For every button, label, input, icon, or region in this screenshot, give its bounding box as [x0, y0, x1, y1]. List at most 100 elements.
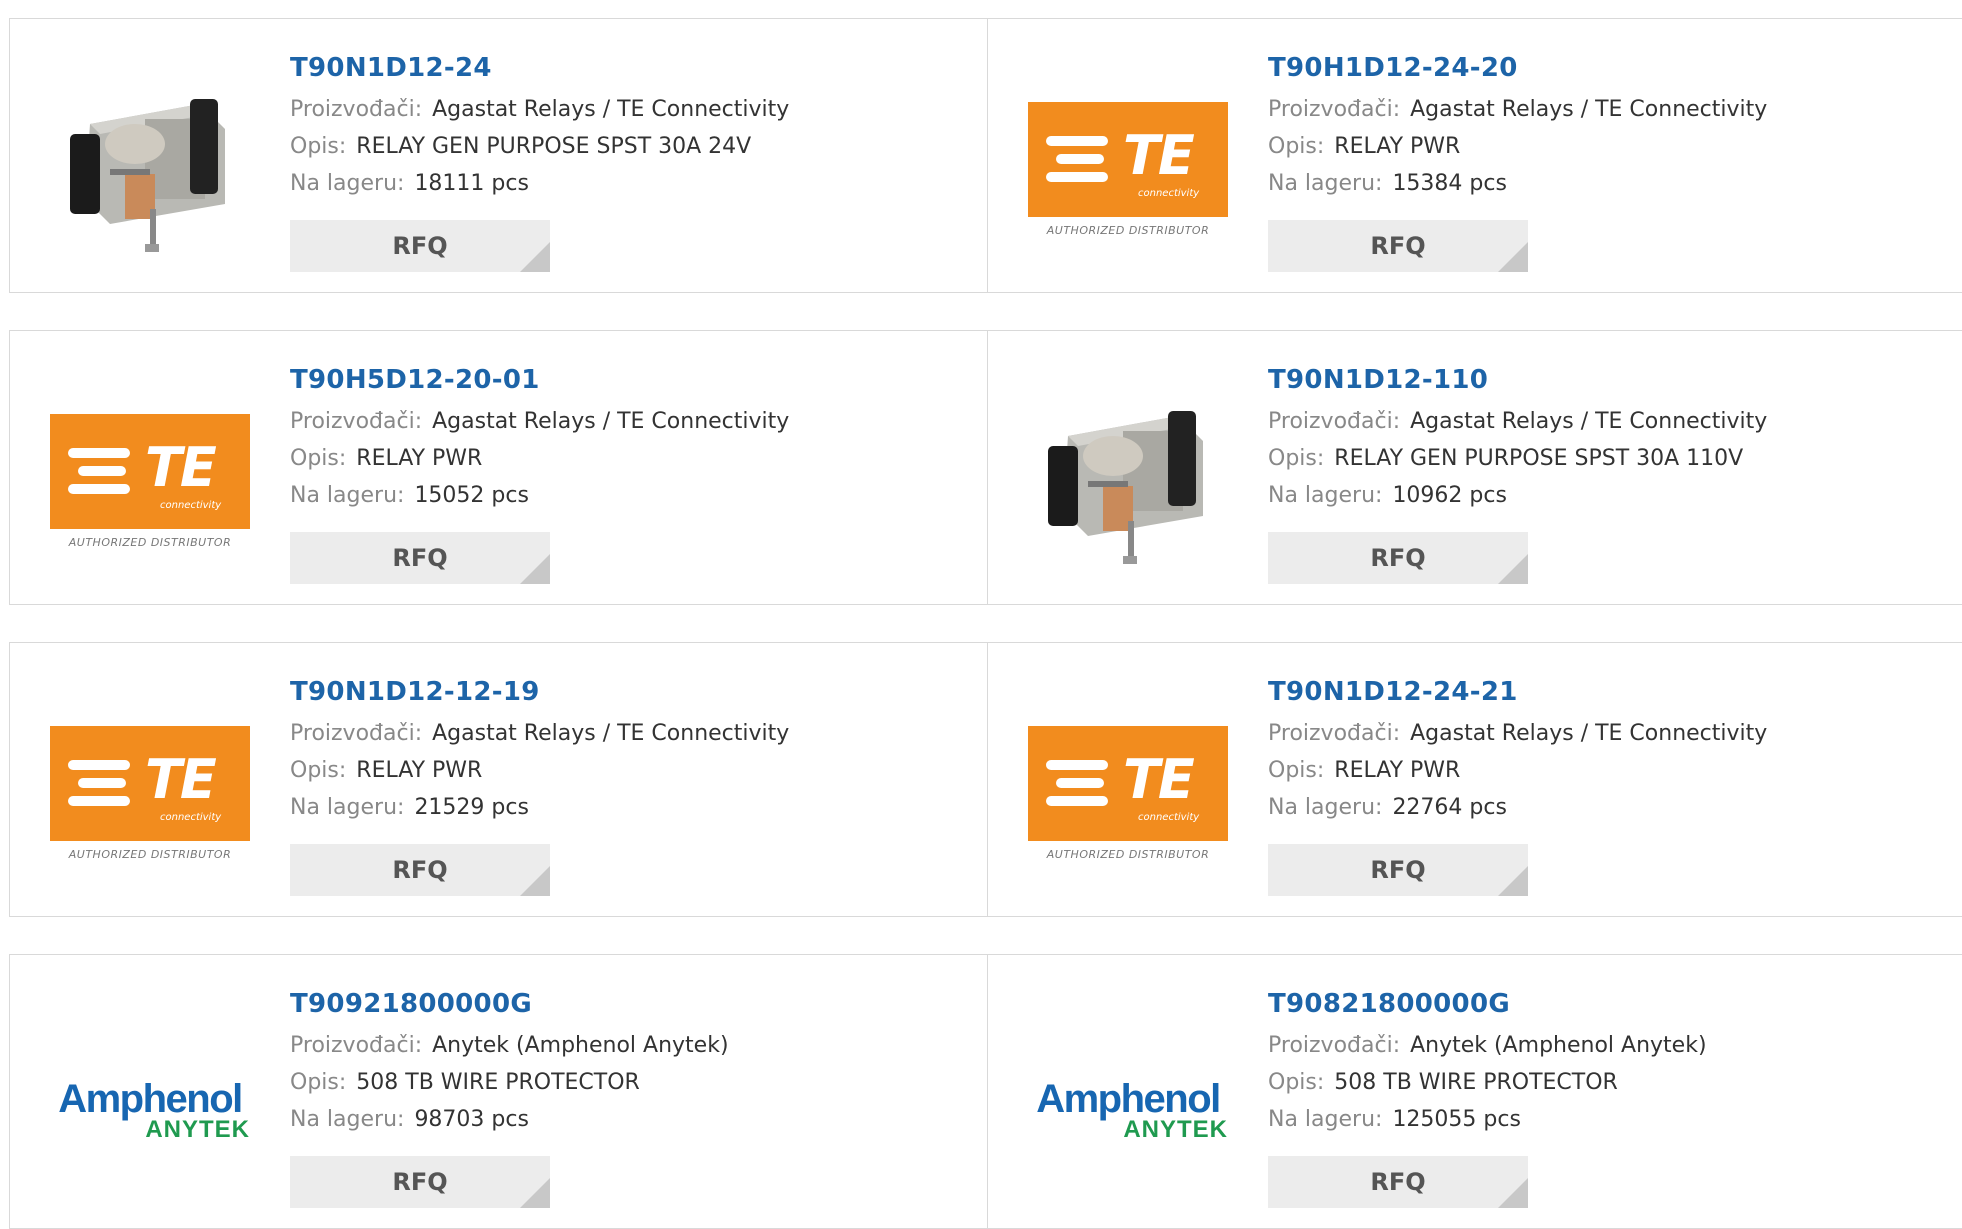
description-value: RELAY PWR	[1334, 758, 1461, 783]
product-image[interactable]: TE connectivity AUTHORIZED DISTRIBUTOR	[1028, 698, 1228, 898]
rfq-button[interactable]: RFQ	[290, 220, 550, 272]
description-row: Opis: RELAY PWR	[290, 752, 789, 789]
rfq-button[interactable]: RFQ	[290, 844, 550, 896]
manufacturer-row: Proizvođači: Agastat Relays / TE Connecti…	[290, 403, 789, 440]
te-logo-sub: connectivity	[1138, 187, 1200, 199]
product-image[interactable]: TE connectivity AUTHORIZED DISTRIBUTOR	[1028, 74, 1228, 274]
description-label: Opis:	[290, 446, 347, 471]
stock-row: Na lageru: 98703 pcs	[290, 1101, 729, 1138]
product-info: T90N1D12-24 Proizvođači: Agastat Relays /…	[290, 49, 789, 202]
rfq-button[interactable]: RFQ	[1268, 220, 1528, 272]
part-number-link[interactable]: T90921800000G	[290, 985, 729, 1027]
stock-label: Na lageru:	[290, 483, 405, 508]
te-logo: TE connectivity AUTHORIZED DISTRIBUTOR	[50, 413, 250, 559]
te-logo-bars-icon	[1046, 135, 1108, 190]
te-logo-letters: TE	[145, 747, 217, 811]
part-number-link[interactable]: T90H5D12-20-01	[290, 361, 789, 403]
corner-triangle-icon	[520, 242, 550, 272]
product-card: TE connectivity AUTHORIZED DISTRIBUTOR T…	[988, 642, 1962, 917]
product-info: T90H1D12-24-20 Proizvođači: Agastat Relay…	[1268, 49, 1767, 202]
rfq-button[interactable]: RFQ	[1268, 532, 1528, 584]
description-value: RELAY PWR	[1334, 134, 1461, 159]
description-value: RELAY PWR	[356, 446, 483, 471]
te-logo-bars-icon	[68, 447, 130, 502]
te-logo-sub: connectivity	[1138, 811, 1200, 823]
stock-value: 15384 pcs	[1392, 171, 1507, 196]
part-number-link[interactable]: T90N1D12-12-19	[290, 673, 789, 715]
stock-row: Na lageru: 22764 pcs	[1268, 789, 1767, 826]
te-logo-letters: TE	[1123, 747, 1195, 811]
product-info: T90H5D12-20-01 Proizvođači: Agastat Relay…	[290, 361, 789, 514]
rfq-button[interactable]: RFQ	[290, 1156, 550, 1208]
manufacturer-row: Proizvođači: Agastat Relays / TE Connecti…	[290, 715, 789, 752]
product-image[interactable]: Amphenol ANYTEK	[50, 1010, 250, 1210]
te-logo-tagline: AUTHORIZED DISTRIBUTOR	[68, 535, 232, 549]
product-card: Amphenol ANYTEK T90921800000G Proizvođač…	[9, 954, 988, 1229]
description-row: Opis: RELAY PWR	[1268, 752, 1767, 789]
rfq-label: RFQ	[392, 232, 448, 260]
manufacturer-row: Proizvođači: Anytek (Amphenol Anytek)	[1268, 1027, 1707, 1064]
manufacturer-row: Proizvođači: Agastat Relays / TE Connecti…	[290, 91, 789, 128]
product-image[interactable]: TE connectivity AUTHORIZED DISTRIBUTOR	[50, 698, 250, 898]
manufacturer-value: Agastat Relays / TE Connectivity	[1410, 97, 1768, 122]
te-logo-bars-icon	[1046, 759, 1108, 814]
stock-label: Na lageru:	[290, 1107, 405, 1132]
te-logo-sub: connectivity	[160, 811, 222, 823]
product-image[interactable]	[1028, 386, 1228, 586]
product-card: T90N1D12-24 Proizvođači: Agastat Relays /…	[9, 18, 988, 293]
rfq-label: RFQ	[1370, 1168, 1426, 1196]
rfq-button[interactable]: RFQ	[1268, 1156, 1528, 1208]
part-number-link[interactable]: T90N1D12-24-21	[1268, 673, 1767, 715]
stock-row: Na lageru: 18111 pcs	[290, 165, 789, 202]
manufacturer-value: Agastat Relays / TE Connectivity	[432, 721, 790, 746]
relay-photo	[1048, 411, 1203, 564]
corner-triangle-icon	[1498, 242, 1528, 272]
product-grid: T90N1D12-24 Proizvođači: Agastat Relays /…	[9, 18, 1962, 1229]
manufacturer-value: Agastat Relays / TE Connectivity	[432, 97, 790, 122]
rfq-label: RFQ	[392, 1168, 448, 1196]
product-image[interactable]	[50, 74, 250, 274]
product-card: Amphenol ANYTEK T90821800000G Proizvođač…	[988, 954, 1962, 1229]
stock-value: 22764 pcs	[1392, 795, 1507, 820]
stock-row: Na lageru: 15052 pcs	[290, 477, 789, 514]
description-value: RELAY GEN PURPOSE SPST 30A 110V	[1334, 446, 1744, 471]
manufacturer-value: Anytek (Amphenol Anytek)	[432, 1033, 729, 1058]
te-logo-tagline: AUTHORIZED DISTRIBUTOR	[68, 847, 232, 861]
rfq-button[interactable]: RFQ	[1268, 844, 1528, 896]
manufacturer-label: Proizvođači:	[1268, 97, 1401, 122]
stock-label: Na lageru:	[290, 795, 405, 820]
description-label: Opis:	[290, 1070, 347, 1095]
corner-triangle-icon	[520, 1178, 550, 1208]
manufacturer-label: Proizvođači:	[1268, 409, 1401, 434]
description-row: Opis: RELAY GEN PURPOSE SPST 30A 110V	[1268, 440, 1767, 477]
description-value: 508 TB WIRE PROTECTOR	[356, 1070, 640, 1095]
product-image[interactable]: Amphenol ANYTEK	[1028, 1010, 1228, 1210]
product-image[interactable]: TE connectivity AUTHORIZED DISTRIBUTOR	[50, 386, 250, 586]
stock-row: Na lageru: 125055 pcs	[1268, 1101, 1707, 1138]
description-row: Opis: RELAY PWR	[1268, 128, 1767, 165]
description-label: Opis:	[1268, 134, 1325, 159]
part-number-link[interactable]: T90H1D12-24-20	[1268, 49, 1767, 91]
product-card: T90N1D12-110 Proizvođači: Agastat Relays …	[988, 330, 1962, 605]
description-row: Opis: RELAY GEN PURPOSE SPST 30A 24V	[290, 128, 789, 165]
part-number-link[interactable]: T90821800000G	[1268, 985, 1707, 1027]
description-value: 508 TB WIRE PROTECTOR	[1334, 1070, 1618, 1095]
description-label: Opis:	[1268, 1070, 1325, 1095]
manufacturer-value: Agastat Relays / TE Connectivity	[1410, 409, 1768, 434]
stock-value: 15052 pcs	[414, 483, 529, 508]
manufacturer-value: Agastat Relays / TE Connectivity	[1410, 721, 1768, 746]
manufacturer-label: Proizvođači:	[1268, 1033, 1401, 1058]
corner-triangle-icon	[520, 866, 550, 896]
product-info: T90921800000G Proizvođači: Anytek (Amphen…	[290, 985, 729, 1138]
product-card: TE connectivity AUTHORIZED DISTRIBUTOR T…	[9, 330, 988, 605]
rfq-button[interactable]: RFQ	[290, 532, 550, 584]
manufacturer-label: Proizvođači:	[290, 409, 423, 434]
product-info: T90N1D12-24-21 Proizvođači: Agastat Relay…	[1268, 673, 1767, 826]
stock-label: Na lageru:	[290, 171, 405, 196]
part-number-link[interactable]: T90N1D12-110	[1268, 361, 1767, 403]
stock-label: Na lageru:	[1268, 171, 1383, 196]
part-number-link[interactable]: T90N1D12-24	[290, 49, 789, 91]
description-row: Opis: RELAY PWR	[290, 440, 789, 477]
amphenol-logo: Amphenol ANYTEK	[50, 1079, 250, 1142]
rfq-label: RFQ	[392, 544, 448, 572]
